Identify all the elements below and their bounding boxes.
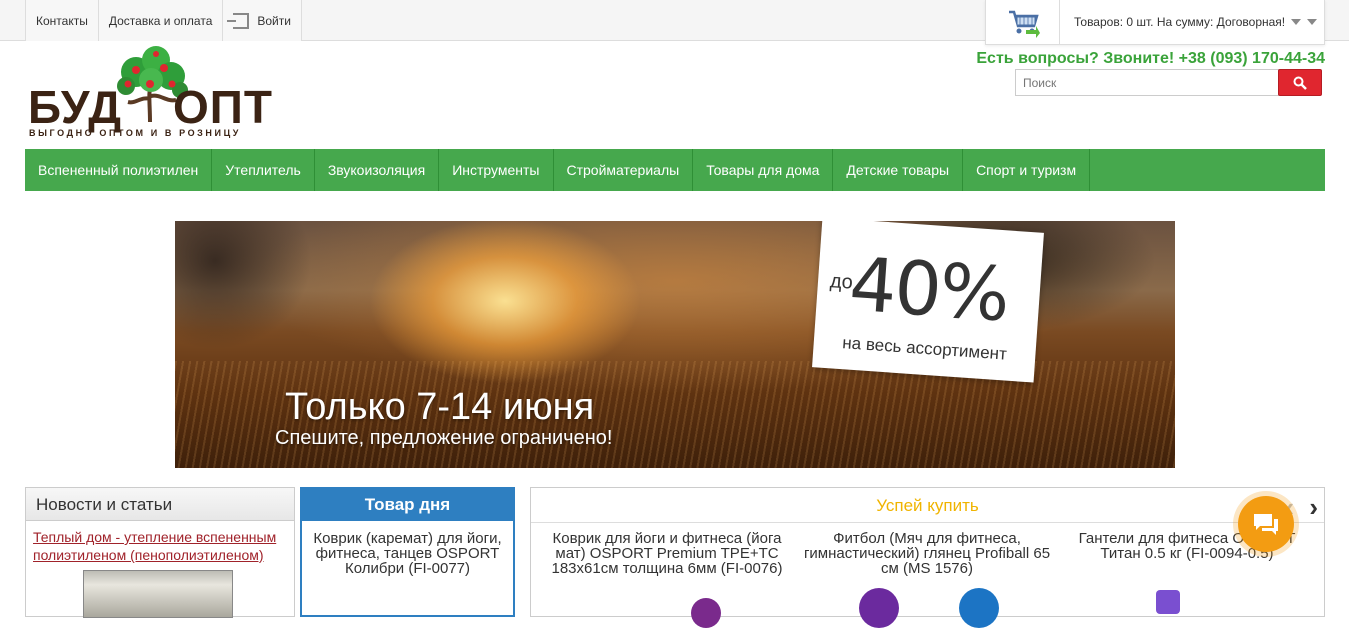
logo-right-text: ОПТ <box>173 81 273 133</box>
phone-callout[interactable]: Есть вопросы? Звоните! +38 (093) 170-44-… <box>976 50 1325 68</box>
nav-item-tools[interactable]: Инструменты <box>439 149 554 191</box>
search-icon <box>1293 76 1307 90</box>
chat-icon <box>1254 514 1278 535</box>
promo-banner[interactable]: до 40% на весь ассортимент Только 7-14 и… <box>175 221 1175 468</box>
news-thumbnail[interactable] <box>83 570 233 618</box>
nav-item-building-materials[interactable]: Стройматериалы <box>554 149 694 191</box>
hurry-title: Успей купить <box>531 488 1324 523</box>
fitball-purple-image[interactable] <box>859 588 899 628</box>
product-card-name[interactable]: Коврик для йоги и фитнеса (йога мат) OSP… <box>537 531 797 576</box>
top-links: Контакты Доставка и оплата Войти <box>25 0 302 41</box>
discount-card: до 40% на весь ассортимент <box>812 221 1044 383</box>
site-logo[interactable]: БУД ОПТ ВЫГОДНО ОПТОМ И В РОЗНИЦУ <box>28 44 278 142</box>
banner-tree-left <box>175 221 375 381</box>
dumbbell-image[interactable] <box>1156 590 1180 614</box>
news-panel: Новости и статьи Теплый дом - утепление … <box>25 487 295 618</box>
hurry-to-buy-panel: Успей купить ‹ › Коврик для йоги и фитне… <box>530 487 1325 628</box>
banner-tagline: Спешите, предложение ограничено! <box>275 427 613 449</box>
product-card-name[interactable]: Фитбол (Мяч для фитнеса, гимнастический)… <box>797 531 1057 576</box>
carousel-next-icon[interactable]: › <box>1309 492 1318 523</box>
search-form <box>1015 69 1323 96</box>
cart-icon <box>1008 10 1040 38</box>
cart-summary: Товаров: 0 шт. На сумму: Договорная! <box>1074 15 1286 29</box>
nav-item-sport[interactable]: Спорт и туризм <box>963 149 1091 191</box>
search-input[interactable] <box>1015 69 1279 96</box>
discount-value: 40% <box>846 241 1011 339</box>
delivery-link[interactable]: Доставка и оплата <box>97 0 223 41</box>
main-nav: Вспененный полиэтилен Утеплитель Звукоиз… <box>25 149 1325 191</box>
logo-left-text: БУД <box>28 81 122 133</box>
product-of-day-name[interactable]: Коврик (каремат) для йоги, фитнеса, танц… <box>302 521 513 576</box>
fitball-blue-image[interactable] <box>959 588 999 628</box>
chevron-down-icon[interactable] <box>1307 19 1318 25</box>
chevron-down-icon[interactable] <box>1291 19 1302 25</box>
cart-icon-box <box>986 0 1060 45</box>
nav-item-kids[interactable]: Детские товары <box>833 149 964 191</box>
news-title: Новости и статьи <box>26 488 294 521</box>
banner-headline: Только 7-14 июня <box>285 386 595 428</box>
login-link[interactable]: Войти <box>222 0 302 41</box>
nav-item-home-goods[interactable]: Товары для дома <box>693 149 834 191</box>
cart-widget[interactable]: Товаров: 0 шт. На сумму: Договорная! <box>985 0 1325 45</box>
yoga-mat-image[interactable] <box>691 598 721 628</box>
chat-button[interactable] <box>1238 496 1294 552</box>
contacts-link[interactable]: Контакты <box>25 0 98 41</box>
product-of-day-title: Товар дня <box>302 489 513 521</box>
login-label: Войти <box>257 13 291 28</box>
nav-item-soundproofing[interactable]: Звукоизоляция <box>315 149 440 191</box>
news-article-link[interactable]: Теплый дом - утепление вспененным полиэт… <box>26 521 294 564</box>
login-icon <box>227 12 250 29</box>
nav-item-foam[interactable]: Вспененный полиэтилен <box>25 149 213 191</box>
logo-tagline: ВЫГОДНО ОПТОМ И В РОЗНИЦУ <box>29 128 241 138</box>
search-button[interactable] <box>1278 69 1322 96</box>
nav-item-insulation[interactable]: Утеплитель <box>212 149 315 191</box>
product-of-day-panel: Товар дня Коврик (каремат) для йоги, фит… <box>300 487 515 617</box>
